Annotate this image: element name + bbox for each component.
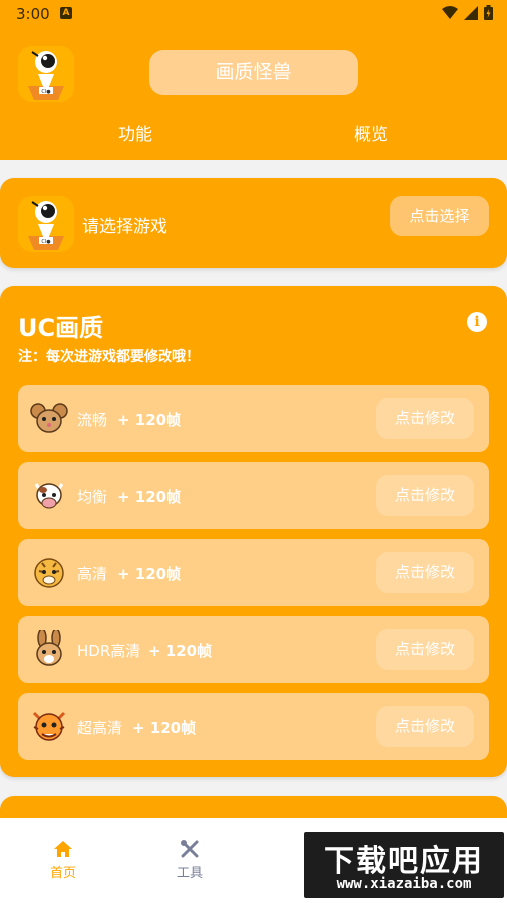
quality-option-hdr: HDR高清 + 120帧 点击修改 [18, 616, 489, 683]
modify-button[interactable]: 点击修改 [376, 398, 474, 439]
app-logo-mascot-icon: CI● [18, 46, 74, 102]
home-icon [54, 841, 72, 857]
modify-button[interactable]: 点击修改 [376, 475, 474, 516]
status-bar: 3:00 A [0, 0, 507, 28]
option-name: 均衡 [77, 488, 108, 506]
dragon-icon [32, 711, 66, 741]
app-title: 画质怪兽 [149, 50, 358, 95]
option-fps: + 120帧 [117, 565, 182, 583]
nav-tools-label: 工具 [176, 866, 203, 881]
nav-home-label: 首页 [49, 866, 76, 881]
cow-icon [34, 483, 64, 509]
svg-text:CI●: CI● [41, 89, 51, 95]
nav-tools[interactable]: 工具 [160, 840, 220, 881]
tab-overview[interactable]: 概览 [354, 120, 388, 145]
option-name: 高清 [77, 565, 108, 583]
status-time: 3:00 [16, 5, 50, 23]
modify-button[interactable]: 点击修改 [376, 552, 474, 593]
status-icons [442, 5, 493, 20]
game-select-card: CI● 请选择游戏 点击选择 [0, 178, 507, 268]
quality-option-ultra-hd: 超高清 + 120帧 点击修改 [18, 693, 489, 760]
option-fps: + 120帧 [117, 411, 182, 429]
nav-home[interactable]: 首页 [33, 840, 93, 881]
quality-option-smooth: 流畅 + 120帧 点击修改 [18, 385, 489, 452]
mouse-icon [30, 403, 68, 433]
game-mascot-icon: CI● [18, 196, 74, 252]
quality-option-hd: 高清 + 120帧 点击修改 [18, 539, 489, 606]
rabbit-icon [36, 630, 62, 666]
select-game-prompt: 请选择游戏 [82, 217, 167, 237]
watermark-url: www.xiazaiba.com [336, 876, 472, 892]
modify-button[interactable]: 点击修改 [376, 706, 474, 747]
modify-button[interactable]: 点击修改 [376, 629, 474, 670]
svg-text:CI●: CI● [41, 239, 51, 245]
option-fps: + 120帧 [148, 642, 213, 660]
watermark-main-text: 下载吧应用 [324, 844, 484, 879]
uc-quality-note: 注：每次进游戏都要修改哦！ [18, 349, 200, 365]
uc-quality-card: UC画质 i 注：每次进游戏都要修改哦！ 流畅 + 120帧 点击修改 均衡 +… [0, 286, 507, 777]
notification-icon: A [60, 7, 72, 19]
watermark-logo: 下载吧应用 www.xiazaiba.com [304, 832, 504, 898]
tools-icon [181, 840, 199, 858]
quality-option-balanced: 均衡 + 120帧 点击修改 [18, 462, 489, 529]
option-name: 超高清 [77, 719, 123, 737]
tab-function[interactable]: 功能 [118, 120, 152, 145]
uc-quality-title: UC画质 [18, 314, 104, 342]
wifi-icon [442, 5, 458, 19]
option-fps: + 120帧 [117, 488, 182, 506]
info-icon[interactable]: i [467, 312, 487, 332]
app-header: CI● 画质怪兽 功能 概览 [0, 28, 507, 160]
tiger-icon [34, 558, 64, 588]
select-game-button[interactable]: 点击选择 [390, 196, 489, 236]
option-name: 流畅 [77, 411, 108, 429]
option-name: HDR高清 [77, 642, 141, 660]
option-fps: + 120帧 [132, 719, 197, 737]
battery-icon [484, 5, 493, 20]
signal-icon [464, 5, 478, 20]
